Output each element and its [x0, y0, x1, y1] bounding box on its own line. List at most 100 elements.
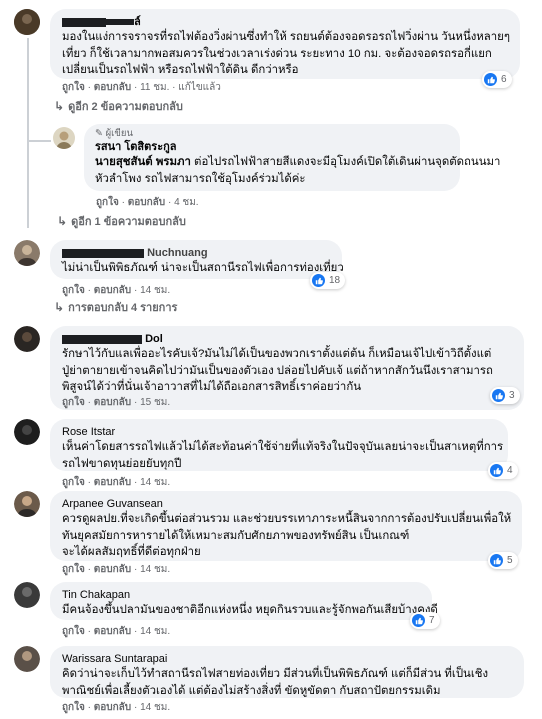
like-link[interactable]: ถูกใจ [62, 397, 85, 408]
avatar[interactable] [14, 240, 40, 266]
avatar[interactable] [53, 127, 75, 149]
separator: · [133, 477, 138, 488]
reaction-count[interactable]: 5 [488, 552, 518, 569]
redacted-name-block [62, 334, 142, 344]
view-replies-label: ดูอีก 1 ข้อความตอบกลับ [71, 216, 186, 228]
timestamp[interactable]: 15 ชม. [140, 397, 170, 408]
comment-line: คิดว่าน่าจะเก็บไว้ทำสถานีรถไฟสายท่องเที่… [62, 668, 489, 680]
separator: · [87, 82, 91, 93]
reply-link[interactable]: ตอบกลับ [128, 197, 165, 208]
like-link[interactable]: ถูกใจ [96, 197, 119, 208]
separator: · [133, 702, 138, 713]
separator: · [121, 197, 125, 208]
timestamp[interactable]: 14 ชม. [140, 564, 170, 575]
reply-arrow-icon: ↳ [54, 300, 65, 314]
reply-link[interactable]: ตอบกลับ [94, 477, 131, 488]
comment-line: พาณิชย์เพื่อเลี้ยงตัวเองได้ แต่ต้องไม่สร… [62, 684, 441, 697]
thumbs-up-icon [412, 614, 425, 627]
view-replies-link[interactable]: ↳ การตอบกลับ 4 รายการ [54, 300, 177, 315]
avatar[interactable] [14, 582, 40, 608]
reply-link[interactable]: ตอบกลับ [94, 626, 131, 637]
comment-line: พิสูจน์ได้ว่าที่นั่นเจ้าอาวาสที่ไม่ได้ถื… [62, 381, 362, 393]
comment-line: ปู่ย่าตายายเข้าจนคิดไปว่ามันเป็นของตัวเอ… [62, 364, 493, 377]
reply-link[interactable]: ตอบกลับ [94, 397, 131, 408]
separator: · [87, 285, 91, 296]
comment-author[interactable]: Tin Chakapan [62, 588, 420, 602]
comment-bubble: Nuchnuang ไม่น่าเป็นพิพิธภัณฑ์ น่าจะเป็น… [50, 240, 344, 279]
comment-line: รถไฟขาดทุนย่อยยับทุกปี [62, 457, 182, 470]
reply-link[interactable]: ตอบกลับ [94, 702, 131, 713]
reply-link[interactable]: ตอบกลับ [94, 82, 131, 93]
timestamp[interactable]: 14 ชม. [140, 702, 170, 713]
reaction-count[interactable]: 7 [410, 612, 440, 629]
like-link[interactable]: ถูกใจ [62, 564, 85, 575]
author-badge-icon: ✎ [95, 128, 103, 139]
comment-text: มีคนจ้องขึ้นปลามันของชาติอีกแห่งหนึ่ง หย… [62, 604, 438, 616]
view-replies-link[interactable]: ↳ ดูอีก 2 ข้อความตอบกลับ [54, 99, 183, 114]
comment-actions: ถูกใจ · ตอบกลับ · 14 ชม. [62, 626, 170, 638]
author-name-suffix: Nuchnuang [147, 247, 208, 259]
comment-actions: ถูกใจ · ตอบกลับ · 14 ชม. [62, 285, 170, 297]
view-replies-label: การตอบกลับ 4 รายการ [68, 302, 178, 314]
avatar-image-icon [53, 127, 75, 149]
like-link[interactable]: ถูกใจ [62, 82, 85, 93]
comment-author[interactable]: รสนา โตสิตระกูล [95, 140, 449, 154]
avatar-image-icon [14, 491, 40, 517]
timestamp[interactable]: 11 ชม. [140, 82, 169, 93]
avatar[interactable] [14, 9, 40, 35]
comment-author[interactable]: Rose Itstar [62, 425, 496, 439]
like-link[interactable]: ถูกใจ [62, 477, 85, 488]
avatar[interactable] [14, 419, 40, 445]
comment-line: หัวลำโพง รถไฟสามารถใช้อุโมงค์ร่วมได้ค่ะ [95, 172, 306, 185]
author-name-suffix: Dol [145, 333, 163, 345]
comment-author[interactable]: ล์ [62, 15, 508, 29]
reaction-number: 4 [507, 465, 513, 476]
reaction-count[interactable]: 18 [310, 272, 346, 289]
view-replies-link[interactable]: ↳ ดูอีก 1 ข้อความตอบกลับ [57, 214, 186, 229]
avatar[interactable] [14, 491, 40, 517]
avatar-image-icon [14, 9, 40, 35]
thumbs-up-icon [312, 274, 325, 287]
comment-line: เที่ยว ก็ใช้เวลามากพอสมควรในช่วงเวลาเร่ง… [62, 47, 492, 60]
timestamp[interactable]: 14 ชม. [140, 477, 170, 488]
avatar-image-icon [14, 326, 40, 352]
comment-actions: ถูกใจ · ตอบกลับ · 14 ชม. [62, 564, 170, 576]
comment-text: ไม่น่าเป็นพิพิธภัณฑ์ น่าจะเป็นสถานีรถไฟเ… [62, 262, 344, 274]
like-link[interactable]: ถูกใจ [62, 626, 85, 637]
comment-line: เปลี่ยนเป็นรถไฟฟ้า หรือรถไฟฟ้าใต้ดิน ดีก… [62, 64, 299, 76]
comment-actions: ถูกใจ · ตอบกลับ · 14 ชม. [62, 702, 170, 714]
comment-author[interactable]: Warissara Suntarapai [62, 652, 512, 666]
reaction-count[interactable]: 3 [490, 387, 520, 404]
comment-bubble: Arpanee Guvansean ควรดูผลปย.ที่จะเกิดขึ้… [50, 491, 522, 561]
comment-author[interactable]: Arpanee Guvansean [62, 497, 510, 511]
comment-line: ต่อไปรถไฟฟ้าสายสีแดงจะมีอุโมงค์เปิดใต้เด… [190, 156, 501, 168]
avatar[interactable] [14, 326, 40, 352]
timestamp[interactable]: 4 ชม. [174, 197, 199, 208]
reaction-count[interactable]: 6 [482, 71, 512, 88]
timestamp[interactable]: 14 ชม. [140, 626, 170, 637]
comment-author[interactable]: Dol [62, 332, 512, 346]
reaction-count[interactable]: 4 [488, 462, 518, 479]
author-badge: ✎ ผู้เขียน [95, 128, 449, 140]
comment-bubble: ล์ มองในแง่การจราจรที่รถไฟต้องวิ่งผ่านซึ… [50, 9, 520, 79]
reply-link[interactable]: ตอบกลับ [94, 564, 131, 575]
comment-line: มองในแง่การจราจรที่รถไฟต้องวิ่งผ่านซึ่งท… [62, 31, 510, 43]
thumbs-up-icon [492, 389, 505, 402]
like-link[interactable]: ถูกใจ [62, 285, 85, 296]
separator: · [133, 564, 138, 575]
comment-author[interactable]: Nuchnuang [62, 246, 330, 260]
edited-label[interactable]: แก้ไขแล้ว [178, 82, 221, 93]
mentioned-user[interactable]: นายสุชสันต์ พรมภา [95, 156, 191, 168]
view-replies-label: ดูอีก 2 ข้อความตอบกลับ [68, 101, 183, 113]
avatar[interactable] [14, 646, 40, 672]
timestamp[interactable]: 14 ชม. [140, 285, 170, 296]
comment-line: รักษาไว้กับแลเพื่ออะไรคับเจ้?มันไม่ได้เป… [62, 348, 492, 360]
separator: · [133, 82, 138, 93]
comment-text: คิดว่าน่าจะเก็บไว้ทำสถานีรถไฟสายท่องเที่… [62, 666, 512, 699]
reply-link[interactable]: ตอบกลับ [94, 285, 131, 296]
like-link[interactable]: ถูกใจ [62, 702, 85, 713]
comment-bubble: Tin Chakapan มีคนจ้องขึ้นปลามันของชาติอี… [50, 582, 438, 620]
separator: · [87, 626, 91, 637]
reaction-number: 18 [329, 275, 341, 286]
comment-bubble: Warissara Suntarapai คิดว่าน่าจะเก็บไว้ท… [50, 646, 524, 698]
